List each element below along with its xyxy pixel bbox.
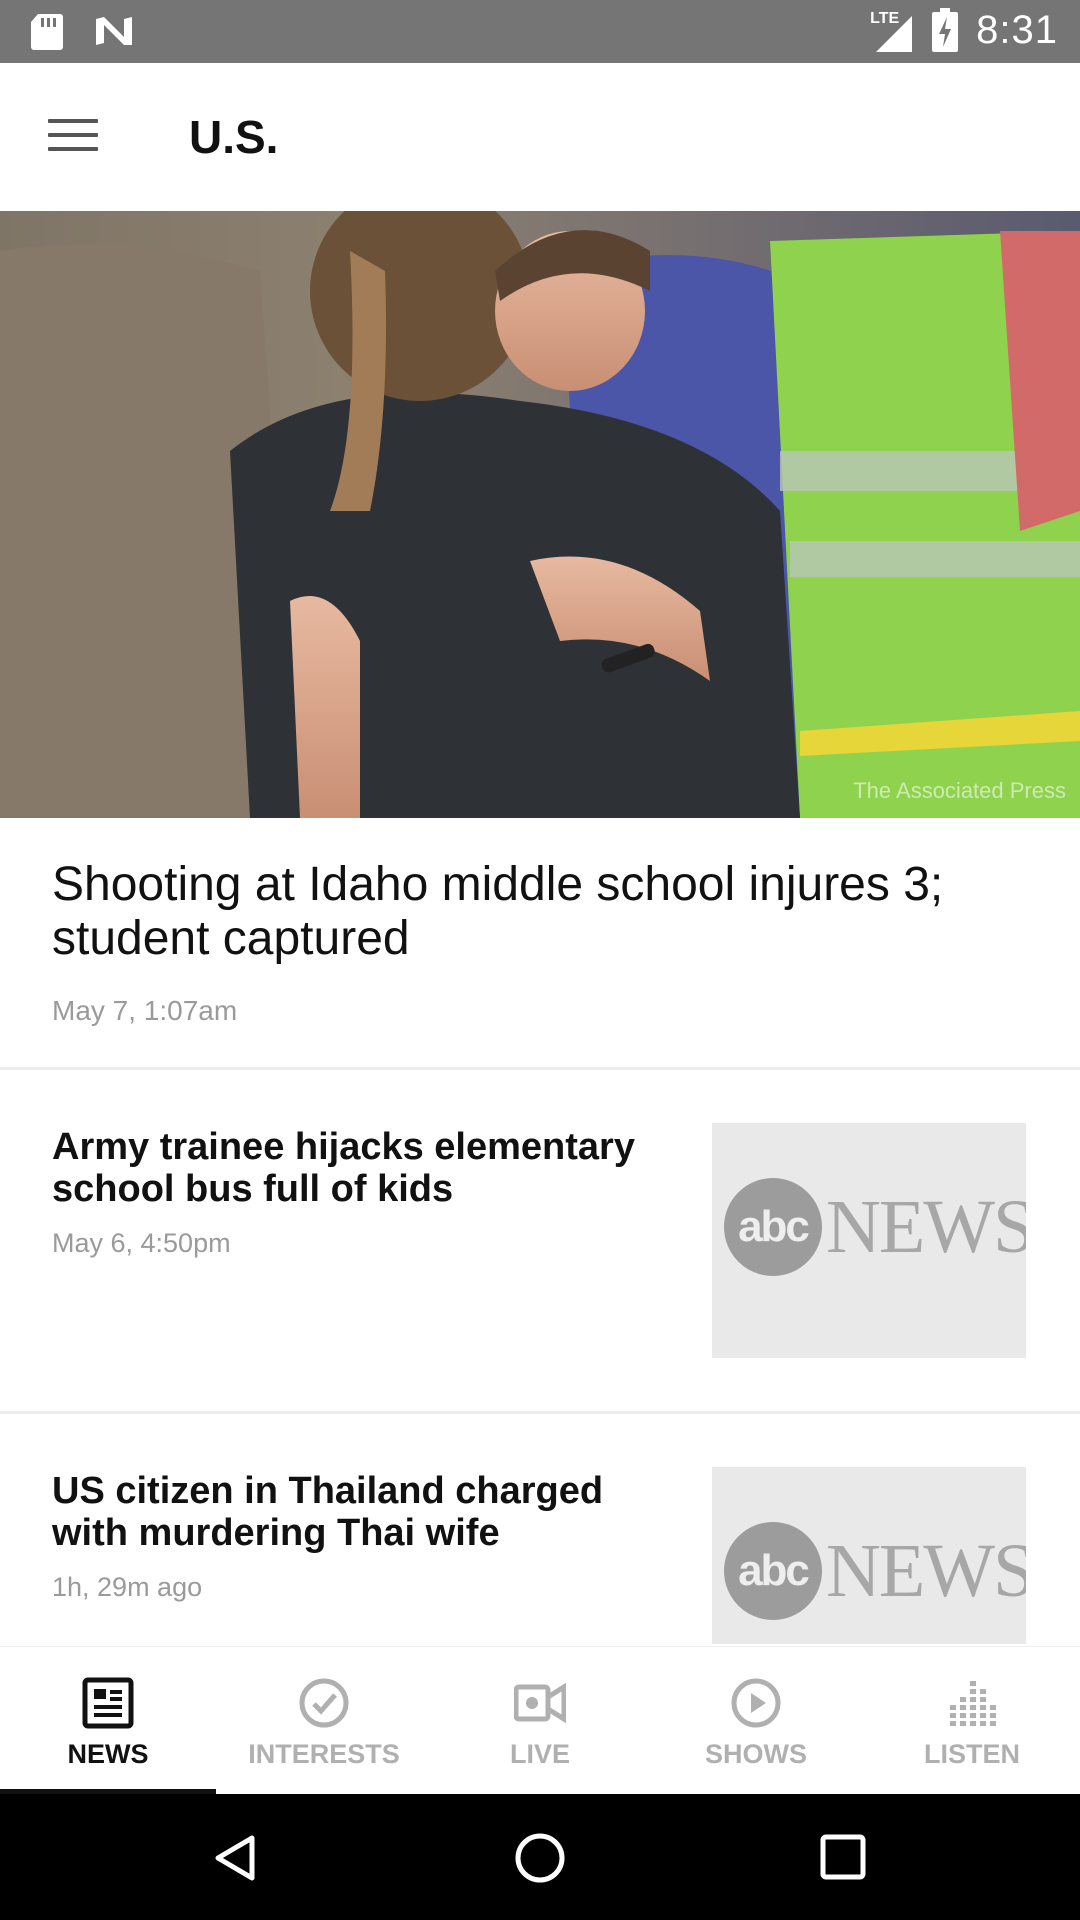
check-circle-icon (299, 1678, 349, 1728)
recents-icon[interactable] (820, 1834, 866, 1880)
video-camera-icon (514, 1682, 566, 1724)
hero-date: May 7, 1:07am (52, 995, 238, 1026)
article-date: 1h, 29m ago (52, 1572, 203, 1602)
divider (0, 1067, 1080, 1070)
nav-tab-shows[interactable]: SHOWS (648, 1647, 864, 1795)
nav-label: NEWS (67, 1739, 149, 1769)
newspaper-icon (82, 1677, 134, 1729)
nav-tab-listen[interactable]: LISTEN (864, 1647, 1080, 1795)
status-left-icons (30, 12, 134, 50)
equalizer-icon (950, 1681, 996, 1726)
article-thumbnail[interactable]: abc NEWS (712, 1123, 1026, 1358)
n-logo-icon (96, 17, 132, 45)
home-icon[interactable] (514, 1832, 566, 1884)
hamburger-menu-icon[interactable] (48, 119, 98, 155)
photo-credit: The Associated Press (853, 778, 1066, 803)
status-right-icons: LTE 8:31 (870, 6, 1058, 54)
nav-tab-interests[interactable]: INTERESTS (216, 1647, 432, 1795)
nav-tab-live[interactable]: LIVE (432, 1647, 648, 1795)
battery-charging-icon (932, 8, 959, 52)
article-thumbnail[interactable]: abc NEWS (712, 1467, 1026, 1644)
bottom-navigation: NEWS INTERESTS LIVE SHOWS LISTEN (0, 1646, 1080, 1795)
back-icon[interactable] (212, 1834, 260, 1882)
nav-label: LIVE (509, 1739, 570, 1769)
signal-icon: LTE (870, 6, 914, 54)
page-title: U.S. (189, 111, 279, 163)
system-navigation-bar (0, 1794, 1080, 1920)
app-bar: U.S. (0, 63, 1080, 212)
nav-tab-news[interactable]: NEWS (0, 1647, 216, 1795)
abc-news-logo: abc NEWS (724, 1178, 1026, 1276)
sd-card-icon (31, 14, 63, 50)
nav-label: INTERESTS (248, 1739, 400, 1769)
play-circle-icon (731, 1678, 781, 1728)
article-title[interactable]: Army trainee hijacks elementary school b… (52, 1126, 672, 1210)
status-time: 8:31 (976, 7, 1058, 52)
hero-image[interactable]: The Associated Press (0, 211, 1080, 818)
divider (0, 1411, 1080, 1414)
article-date: May 6, 4:50pm (52, 1228, 231, 1258)
hero-photo (0, 211, 1080, 818)
hero-headline[interactable]: Shooting at Idaho middle school injures … (52, 858, 1042, 966)
nav-label: LISTEN (923, 1739, 1020, 1769)
status-bar: LTE 8:31 (0, 0, 1080, 63)
abc-news-logo: abc NEWS (724, 1522, 1026, 1620)
nav-label: SHOWS (704, 1739, 807, 1769)
article-title[interactable]: US citizen in Thailand charged with murd… (52, 1470, 672, 1554)
